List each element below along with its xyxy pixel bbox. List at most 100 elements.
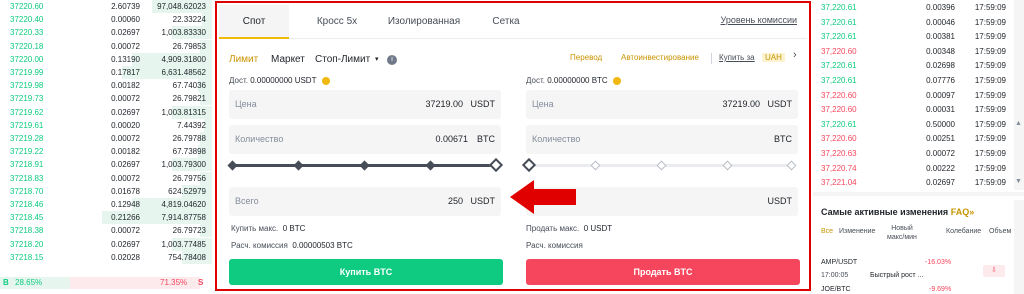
sell-max-value: 0 USDT	[583, 224, 613, 233]
mover-pair[interactable]: AMP/USDT	[821, 259, 857, 266]
buy-quantity-field[interactable]: Количество 0.00671 BTC	[229, 125, 501, 154]
order-type-stop-limit[interactable]: Стоп-Лимит	[315, 52, 370, 68]
scroll-up-icon[interactable]: ▲	[1015, 120, 1022, 127]
trade-price: 37,220.61	[821, 119, 857, 129]
order-book-row[interactable]: 37219.73 0.00072 26.79821	[0, 92, 212, 106]
order-book-row[interactable]: 37218.15 0.02028 754.78408	[0, 250, 212, 264]
buy-price-field[interactable]: Цена 37219.00 USDT	[229, 90, 501, 119]
movers-tab-volume[interactable]: Объем	[989, 228, 1011, 235]
order-book-row[interactable]: 37218.83 0.00072 26.79756	[0, 171, 212, 185]
order-book-price: 37219.99	[10, 68, 44, 77]
sell-price-field[interactable]: Цена 37219.00 USDT	[526, 90, 798, 119]
order-type-limit[interactable]: Лимит	[229, 52, 258, 68]
order-book-row[interactable]: 37219.62 0.02697 1,003.81315	[0, 105, 212, 119]
slider-step[interactable]	[227, 160, 238, 171]
slider-step[interactable]	[425, 160, 436, 171]
order-book-price: 37219.73	[10, 94, 44, 104]
buy-fee-label: Расч. комиссия	[231, 241, 288, 250]
buy-price-value[interactable]: 37219.00	[425, 99, 463, 109]
buy-amount-slider[interactable]	[227, 157, 504, 173]
order-book-row[interactable]: 37218.38 0.00072 26.79723	[0, 224, 212, 238]
order-book-row[interactable]: 37218.70 0.01678 624.52979	[0, 184, 212, 198]
trade-row: 37,220.60 0.00031 17:59:09	[813, 103, 1013, 116]
slider-step[interactable]	[656, 160, 667, 171]
order-book-row[interactable]: 37220.00 0.13190 4,909.31800	[0, 52, 212, 66]
buy-total-value[interactable]: 250	[448, 196, 463, 206]
slider-step[interactable]	[722, 160, 733, 171]
movers-title: Самые активные изменения FAQ»	[821, 207, 974, 217]
order-book-price: 37218.15	[10, 252, 44, 262]
trade-amount: 0.00072	[926, 149, 955, 158]
order-book-row[interactable]: 37219.22 0.00182 67.73898	[0, 145, 212, 159]
order-book-total: 26.79821	[172, 94, 206, 104]
mover-pair[interactable]: JOE/BTC	[821, 286, 851, 293]
slider-step[interactable]	[359, 160, 370, 171]
order-book-row[interactable]: 37218.91 0.02697 1,003.79300	[0, 158, 212, 172]
order-book-row[interactable]: 37219.98 0.00182 67.74036	[0, 79, 212, 93]
trade-row: 37,220.61 0.02698 17:59:09	[813, 59, 1013, 72]
faq-link[interactable]: FAQ»	[951, 207, 975, 217]
movers-tab-volatility[interactable]: Колебание	[946, 228, 981, 235]
deposit-icon[interactable]	[612, 76, 621, 85]
faq-arrow-icon[interactable]: »	[969, 207, 974, 217]
order-book-amount: 0.02697	[111, 160, 140, 170]
sell-amount-slider[interactable]	[521, 157, 798, 173]
order-book-price: 37218.70	[10, 186, 44, 196]
chevron-down-icon[interactable]: ▾	[375, 52, 379, 68]
currency-badge[interactable]: UAH	[762, 53, 785, 62]
buy-button[interactable]: Купить BTC	[229, 259, 503, 285]
order-type-market[interactable]: Маркет	[271, 52, 305, 68]
buy-total-unit: USDT	[470, 196, 496, 206]
order-book-row[interactable]: 37218.45 0.21266 7,914.87758	[0, 211, 212, 225]
order-book-row[interactable]: 37220.18 0.00072 26.79853	[0, 39, 212, 53]
scroll-down-icon[interactable]: ▼	[1015, 178, 1022, 185]
order-book-amount: 0.02697	[111, 239, 140, 249]
slider-step[interactable]	[786, 160, 797, 171]
trades-scrollbar[interactable]: ▲ ▼	[1014, 0, 1024, 190]
order-book-row[interactable]: 37220.33 0.02697 1,003.83330	[0, 26, 212, 40]
order-book-row[interactable]: 37219.99 0.17817 6,631.48562	[0, 66, 212, 79]
slider-step[interactable]	[293, 160, 304, 171]
order-book-row[interactable]: 37218.20 0.02697 1,003.77485	[0, 237, 212, 251]
order-book-row[interactable]: 37219.61 0.00020 7.44392	[0, 118, 212, 132]
movers-tab-new-high-low[interactable]: Новый макс/мин	[883, 224, 921, 242]
info-icon[interactable]: i	[387, 55, 397, 65]
buy-total-field[interactable]: Всего 250 USDT	[229, 187, 501, 216]
buy-quantity-value[interactable]: 0.00671	[435, 134, 468, 144]
order-book-amount: 0.00072	[111, 94, 140, 104]
tab-cross[interactable]: Кросс 5x	[307, 5, 367, 39]
autoinvest-link[interactable]: Автоинвестирование	[621, 53, 699, 62]
slider-handle[interactable]	[521, 157, 537, 173]
buy-with-link[interactable]: Купить за	[719, 53, 755, 62]
sell-price-value[interactable]: 37219.00	[722, 99, 760, 109]
order-book-amount: 0.02697	[111, 28, 140, 38]
tab-isolated[interactable]: Изолированная	[379, 5, 469, 39]
deposit-icon[interactable]	[321, 76, 330, 85]
movers-scrollbar[interactable]	[1014, 200, 1024, 294]
order-book-total: 1,003.83330	[161, 28, 207, 38]
order-book-row[interactable]: 37218.46 0.12948 4,819.04620	[0, 198, 212, 211]
slider-step[interactable]	[590, 160, 601, 171]
trade-amount: 0.02698	[926, 61, 955, 71]
tab-grid[interactable]: Сетка	[481, 5, 531, 39]
fee-level-link[interactable]: Уровень комиссии	[721, 15, 797, 25]
order-book-row[interactable]: 37219.28 0.00072 26.79788	[0, 132, 212, 145]
annotation-arrow-icon	[510, 180, 576, 214]
market-trades: ▲ ▼ Самые активные изменения FAQ» Все Из…	[813, 0, 1024, 294]
tab-spot[interactable]: Спот	[219, 5, 289, 39]
faq-label[interactable]: FAQ	[951, 207, 970, 217]
trade-time: 17:59:09	[974, 163, 1006, 173]
sell-button[interactable]: Продать BTC	[526, 259, 800, 285]
transfer-link[interactable]: Перевод	[570, 53, 602, 62]
movers-tab-change[interactable]: Изменение	[839, 228, 875, 235]
movers-tab-all[interactable]: Все	[821, 228, 833, 235]
sell-quantity-field[interactable]: Количество BTC	[526, 125, 798, 154]
order-book-total: 4,909.31800	[161, 54, 207, 64]
slider-handle[interactable]	[488, 157, 504, 173]
order-book-row[interactable]: 37220.40 0.00060 22.33224	[0, 13, 212, 27]
order-book-amount: 0.00072	[111, 41, 140, 51]
order-book-row[interactable]: 37220.60 2.60739 97,048.62023	[0, 0, 212, 13]
order-book-amount: 0.00072	[111, 226, 140, 236]
chevron-right-icon[interactable]: ›	[793, 49, 797, 61]
buy-max-value: 0 BTC	[282, 224, 306, 233]
